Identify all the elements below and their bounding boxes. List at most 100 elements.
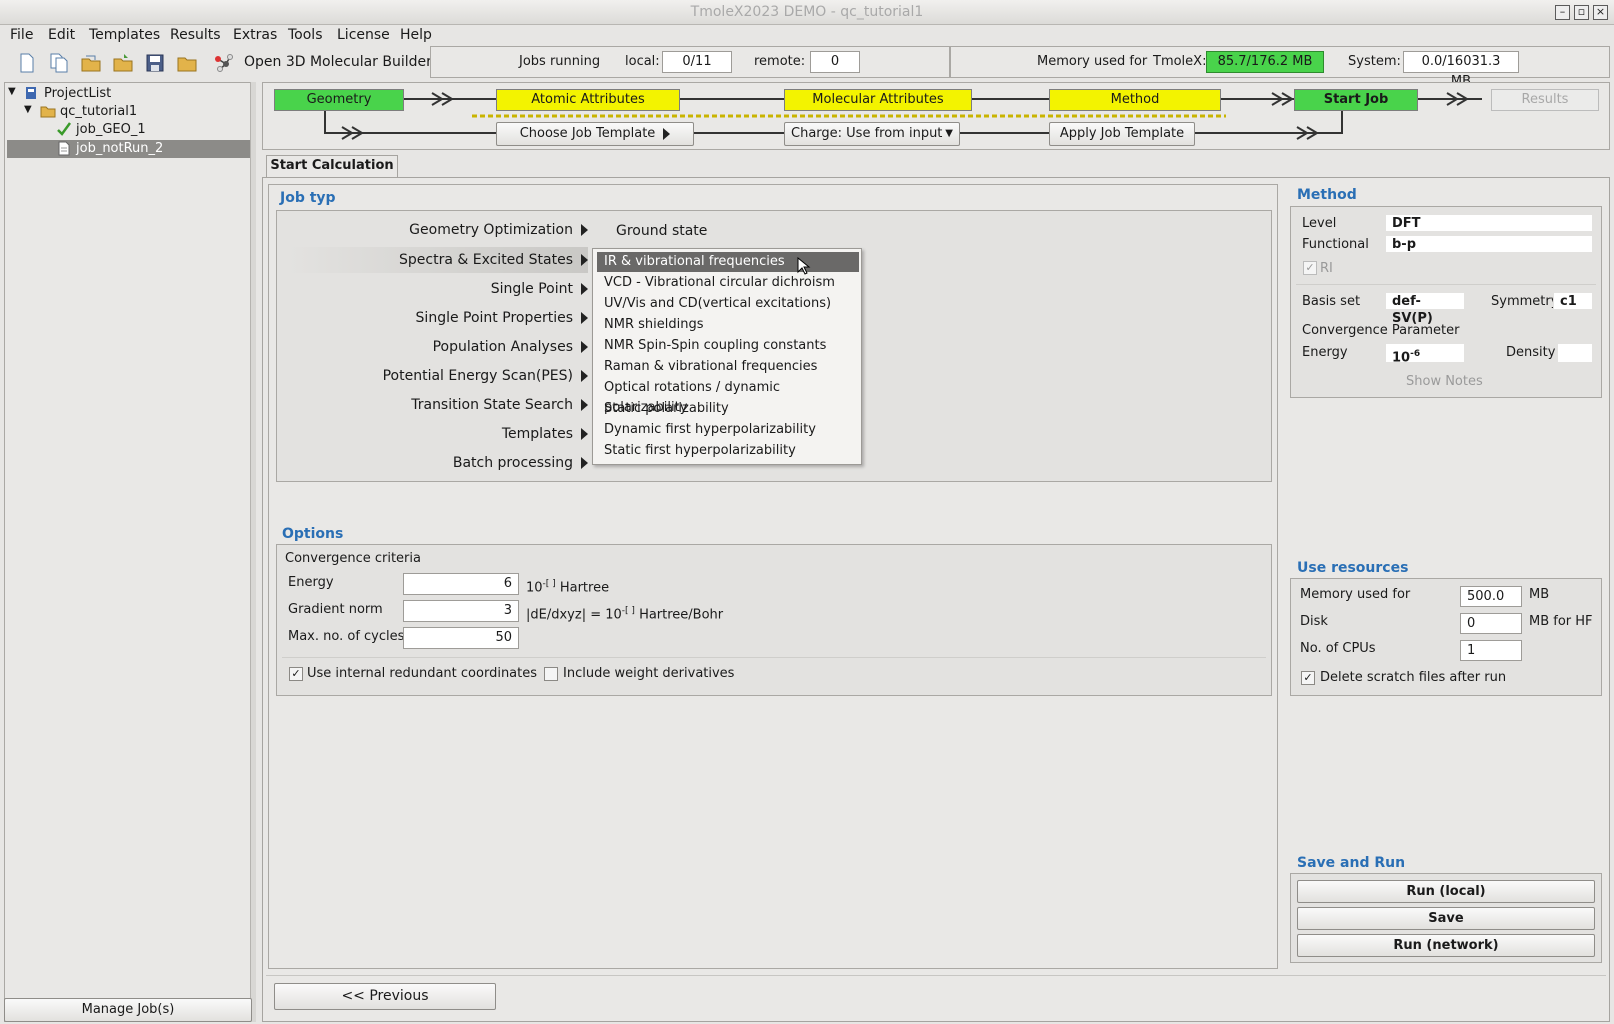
project-list-icon xyxy=(26,87,36,99)
popup-item[interactable]: Raman & vibrational frequencies xyxy=(604,357,817,377)
previous-button[interactable]: << Previous xyxy=(274,983,496,1010)
job-type-item[interactable]: Single Point xyxy=(288,276,588,302)
max-cycles-label: Max. no. of cycles xyxy=(288,629,405,644)
save-button[interactable]: Save xyxy=(1297,907,1595,930)
run-network-button[interactable]: Run (network) xyxy=(1297,934,1595,957)
popup-item[interactable]: NMR shieldings xyxy=(604,315,703,335)
functional-label: Functional xyxy=(1302,237,1369,252)
menu-extras[interactable]: Extras xyxy=(233,25,277,45)
choose-template-label: Choose Job Template xyxy=(519,126,656,141)
delete-scratch-checkbox[interactable]: ✓ xyxy=(1301,671,1315,685)
open-builder-button[interactable]: Open 3D Molecular Builder xyxy=(244,54,432,70)
memory-label: Memory used for xyxy=(1300,587,1411,602)
popup-item[interactable]: Static polarizability xyxy=(604,399,729,419)
internal-coordinates-checkbox[interactable]: ✓ xyxy=(289,667,303,681)
menu-tools[interactable]: Tools xyxy=(288,25,323,45)
tmolex-memory-bar: 85.7/176.2 MB xyxy=(1206,51,1324,73)
ri-checkbox: ✓ xyxy=(1303,261,1317,275)
popup-item[interactable]: NMR Spin-Spin coupling constants xyxy=(604,336,826,356)
tree-job[interactable]: job_notRun_2 xyxy=(76,140,163,158)
show-notes-button[interactable]: Show Notes xyxy=(1406,374,1483,389)
save-icon[interactable] xyxy=(144,52,166,74)
arrow-right-icon xyxy=(581,399,588,411)
atomic-attributes-step-button[interactable]: Atomic Attributes xyxy=(496,89,680,111)
job-type-item[interactable]: Spectra & Excited States xyxy=(288,247,588,273)
project-tree-panel xyxy=(4,82,252,1022)
divider xyxy=(266,975,1606,976)
popup-item[interactable]: UV/Vis and CD(vertical excitations) xyxy=(604,294,831,314)
popup-item[interactable]: Dynamic first hyperpolarizability xyxy=(604,420,816,440)
menu-templates[interactable]: Templates xyxy=(89,25,160,45)
cpus-input[interactable]: 1 xyxy=(1460,640,1522,661)
level-label: Level xyxy=(1302,216,1337,231)
basis-set-label: Basis set xyxy=(1302,294,1361,309)
minimize-icon[interactable]: – xyxy=(1555,5,1570,20)
open-job-icon[interactable] xyxy=(112,52,134,74)
tree-project[interactable]: qc_tutorial1 xyxy=(60,103,137,121)
symmetry-label: Symmetry xyxy=(1491,294,1559,309)
symmetry-value: c1 xyxy=(1553,292,1593,310)
method-energy-label: Energy xyxy=(1302,345,1348,360)
manage-jobs-button[interactable]: Manage Job(s) xyxy=(4,998,252,1022)
jobs-running-label: Jobs running xyxy=(519,54,601,69)
job-type-item[interactable]: Transition State Search xyxy=(288,392,588,418)
job-type-item[interactable]: Geometry Optimization xyxy=(288,217,588,243)
charge-dropdown[interactable]: Charge: Use from input ▼ xyxy=(784,122,960,146)
cpus-label: No. of CPUs xyxy=(1300,641,1376,656)
expand-arrow-icon[interactable]: ▼ xyxy=(8,86,16,97)
choose-template-button[interactable]: Choose Job Template xyxy=(496,122,694,146)
start-job-step-button[interactable]: Start Job xyxy=(1294,89,1418,111)
memory-input[interactable]: 500.0 xyxy=(1460,586,1522,607)
splitter[interactable] xyxy=(250,82,256,1022)
save-and-run-title: Save and Run xyxy=(1297,855,1406,871)
menu-results[interactable]: Results xyxy=(170,25,221,45)
maximize-icon[interactable]: ▫ xyxy=(1574,5,1589,20)
menu-help[interactable]: Help xyxy=(400,25,432,45)
expand-arrow-icon[interactable]: ▼ xyxy=(24,104,32,115)
energy-input[interactable]: 6 xyxy=(403,573,519,595)
popup-item[interactable]: Static first hyperpolarizability xyxy=(604,441,796,461)
mouse-cursor-icon xyxy=(797,257,811,275)
popup-item[interactable]: VCD - Vibrational circular dichroism xyxy=(604,273,835,293)
job-type-item[interactable]: Population Analyses xyxy=(288,334,588,360)
geometry-step-button[interactable]: Geometry xyxy=(274,89,404,111)
memory-used-label: Memory used for xyxy=(1037,54,1148,69)
arrow-right-icon xyxy=(581,341,588,353)
menu-license[interactable]: License xyxy=(337,25,390,45)
gradient-norm-input[interactable]: 3 xyxy=(403,600,519,622)
tab-start-calculation[interactable]: Start Calculation xyxy=(266,155,398,177)
arrow-right-icon xyxy=(663,127,671,140)
job-type-item[interactable]: Templates xyxy=(288,421,588,447)
disk-input[interactable]: 0 xyxy=(1460,613,1522,634)
run-local-button[interactable]: Run (local) xyxy=(1297,880,1595,903)
job-type-item[interactable]: Batch processing xyxy=(288,450,588,476)
results-step-button: Results xyxy=(1491,89,1599,111)
popup-item[interactable]: IR & vibrational frequencies xyxy=(604,252,785,272)
open-project-icon[interactable] xyxy=(80,52,102,74)
new-file-icon[interactable] xyxy=(16,52,38,74)
arrow-right-icon xyxy=(581,283,588,295)
ri-label: RI xyxy=(1320,261,1333,276)
arrow-right-icon xyxy=(581,457,588,469)
folder-icon[interactable] xyxy=(176,52,198,74)
weight-derivatives-checkbox[interactable] xyxy=(544,667,558,681)
divider xyxy=(282,657,1266,658)
apply-template-button[interactable]: Apply Job Template xyxy=(1049,122,1195,146)
energy-label: Energy xyxy=(288,575,334,590)
copy-file-icon[interactable] xyxy=(48,52,70,74)
molecular-attributes-step-button[interactable]: Molecular Attributes xyxy=(784,89,972,111)
job-type-item[interactable]: Potential Energy Scan(PES) xyxy=(288,363,588,389)
menu-edit[interactable]: Edit xyxy=(48,25,75,45)
job-type-item[interactable]: Single Point Properties xyxy=(288,305,588,331)
tree-root[interactable]: ProjectList xyxy=(44,85,111,103)
ground-state-option[interactable]: Ground state xyxy=(616,223,707,239)
method-step-button[interactable]: Method xyxy=(1049,89,1221,111)
method-title: Method xyxy=(1297,187,1357,203)
menu-file[interactable]: File xyxy=(10,25,33,45)
system-memory-field: 0.0/16031.3 MB xyxy=(1403,51,1519,89)
popup-item[interactable]: Optical rotations / dynamic polarizabili… xyxy=(604,378,861,415)
tree-job[interactable]: job_GEO_1 xyxy=(76,121,146,139)
close-icon[interactable]: × xyxy=(1593,5,1608,20)
toolbar: Open 3D Molecular Builder Jobs running l… xyxy=(0,46,1614,89)
max-cycles-input[interactable]: 50 xyxy=(403,627,519,649)
